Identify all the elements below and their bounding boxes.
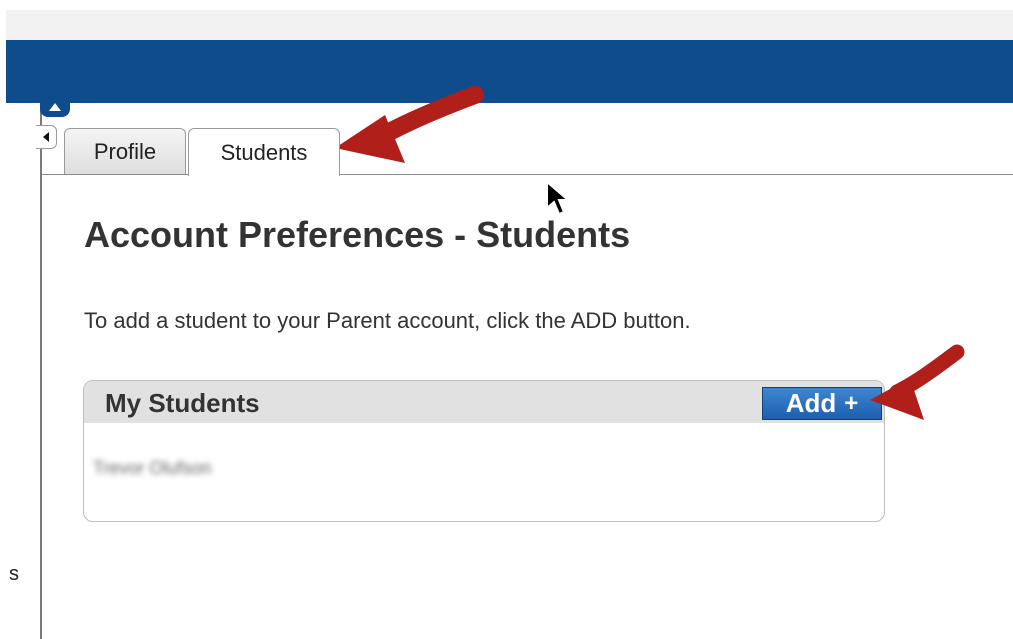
tab-strip: Profile Students: [42, 103, 1013, 176]
left-sidebar: s: [6, 103, 42, 639]
window-top-bar: [6, 10, 1013, 41]
panel-header: My Students Add +: [84, 381, 884, 423]
add-student-button[interactable]: Add +: [762, 387, 882, 420]
tab-students[interactable]: Students: [188, 128, 340, 176]
site-header: [6, 40, 1013, 103]
students-panel: My Students Add + Trevor Olufson: [83, 380, 885, 522]
plus-icon: +: [844, 389, 859, 417]
tab-students-label: Students: [220, 139, 308, 165]
add-button-label: Add: [785, 388, 837, 418]
page-title: Account Preferences - Students: [84, 214, 631, 255]
instruction-text: To add a student to your Parent account,…: [84, 308, 691, 333]
student-list-item[interactable]: Trevor Olufson: [93, 458, 211, 479]
sidebar-text-fragment: s: [9, 563, 19, 585]
top-edge: [0, 0, 1013, 10]
panel-title: My Students: [105, 388, 260, 418]
tab-profile[interactable]: Profile: [64, 128, 186, 174]
tab-profile-label: Profile: [93, 138, 157, 164]
mouse-pointer-icon: [546, 180, 571, 216]
